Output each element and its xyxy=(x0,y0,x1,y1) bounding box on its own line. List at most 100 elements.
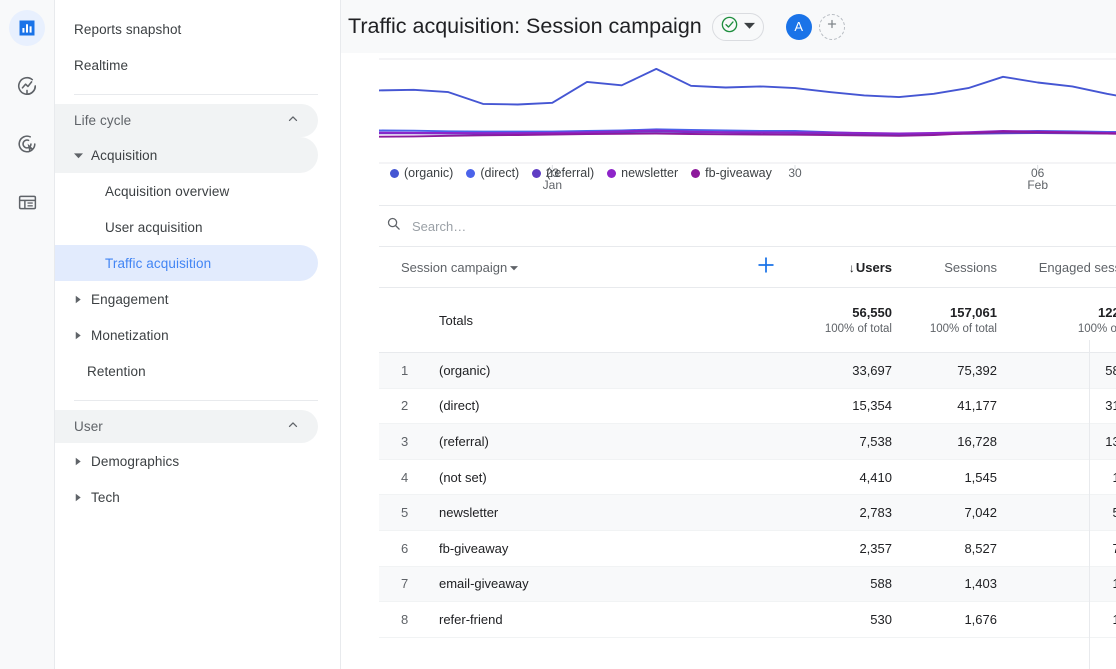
svg-text:Jan: Jan xyxy=(543,178,562,192)
add-comparison-button[interactable] xyxy=(819,14,845,40)
rail-item-configure[interactable] xyxy=(9,184,45,220)
sidebar-group-demographics[interactable]: Demographics xyxy=(55,443,318,479)
row-dimension-value[interactable]: (direct) xyxy=(439,398,797,413)
dimension-header-label: Session campaign xyxy=(401,260,507,275)
sidebar-group-label: Monetization xyxy=(91,328,169,343)
check-circle-icon xyxy=(720,15,739,39)
sidebar-group-monetization[interactable]: Monetization xyxy=(55,317,318,353)
sidebar-group-acquisition[interactable]: Acquisition xyxy=(55,137,318,173)
totals-cell-sessions: 157,061 100% of total xyxy=(912,305,1017,335)
row-sessions: 75,392 xyxy=(912,363,1017,378)
reports-icon xyxy=(17,18,37,38)
sidebar-item-label: Reports snapshot xyxy=(74,22,181,37)
legend-color-dot xyxy=(691,169,700,178)
caret-down-icon xyxy=(69,151,87,160)
table-search-row xyxy=(379,205,1116,247)
sidebar-item-user-acquisition[interactable]: User acquisition xyxy=(55,209,318,245)
sidebar-group-engagement[interactable]: Engagement xyxy=(55,281,318,317)
explore-icon xyxy=(16,75,38,97)
row-users: 7,538 xyxy=(797,434,912,449)
row-users: 15,354 xyxy=(797,398,912,413)
totals-percent: 100% of total xyxy=(1078,323,1116,335)
search-input[interactable] xyxy=(412,219,712,234)
row-dimension-value[interactable]: refer-friend xyxy=(439,612,797,627)
row-engaged: 7,158 xyxy=(1017,541,1116,556)
row-engaged: 5,373 xyxy=(1017,505,1116,520)
sort-desc-icon: ↓ xyxy=(849,261,855,275)
column-header-engaged-sessions[interactable]: Engaged sessions xyxy=(1017,260,1116,275)
caret-down-icon xyxy=(510,260,518,275)
legend-item[interactable]: newsletter xyxy=(602,166,683,180)
legend-color-dot xyxy=(390,169,399,178)
table-row[interactable]: 5newsletter2,7837,0425,373 xyxy=(379,495,1116,531)
rail-item-advertising[interactable] xyxy=(9,126,45,162)
column-header-sessions[interactable]: Sessions xyxy=(912,260,1017,275)
row-sessions: 1,403 xyxy=(912,576,1017,591)
sidebar-item-retention[interactable]: Retention xyxy=(55,353,318,389)
comparison-chip[interactable] xyxy=(712,13,764,41)
sidebar-nav: Reports snapshot Realtime Life cycle Acq… xyxy=(55,0,341,669)
sidebar-divider xyxy=(74,94,318,95)
sidebar-group-label: Tech xyxy=(91,490,120,505)
legend-item[interactable]: (referral) xyxy=(527,166,599,180)
trend-chart: 23Jan3006Feb13 (organic)(direct)(referra… xyxy=(379,53,1116,205)
sidebar-item-label: Traffic acquisition xyxy=(105,256,211,271)
table-row[interactable]: 1(organic)33,69775,39258,215 xyxy=(379,353,1116,389)
caret-right-icon xyxy=(69,295,87,304)
sidebar-group-label: Engagement xyxy=(91,292,169,307)
legend-item[interactable]: fb-giveaway xyxy=(686,166,777,180)
table-row[interactable]: 2(direct)15,35441,17731,963 xyxy=(379,389,1116,425)
row-sessions: 8,527 xyxy=(912,541,1017,556)
totals-row: Totals 56,550 100% of total 157,061 100%… xyxy=(379,288,1116,353)
dimension-selector[interactable]: Session campaign xyxy=(379,260,735,275)
table-body: 1(organic)33,69775,39258,2152(direct)15,… xyxy=(379,353,1116,638)
app-rail xyxy=(0,0,55,669)
row-engaged: 31,963 xyxy=(1017,398,1116,413)
sidebar-group-tech[interactable]: Tech xyxy=(55,479,318,515)
avatar[interactable]: A xyxy=(786,14,812,40)
table-row[interactable]: 7email-giveaway5881,4031,168 xyxy=(379,567,1116,603)
row-dimension-value[interactable]: fb-giveaway xyxy=(439,541,797,556)
legend-item[interactable]: (organic) xyxy=(385,166,458,180)
row-dimension-value[interactable]: (organic) xyxy=(439,363,797,378)
plus-icon xyxy=(825,17,839,36)
chevron-up-icon xyxy=(286,418,300,435)
chart-line-organic xyxy=(379,69,1116,105)
column-header-label: Engaged sessions xyxy=(1039,260,1116,275)
rail-item-explore[interactable] xyxy=(9,68,45,104)
row-engaged: 1,168 xyxy=(1017,576,1116,591)
legend-item[interactable]: (direct) xyxy=(461,166,524,180)
row-index: 8 xyxy=(379,612,439,627)
rail-item-reports[interactable] xyxy=(9,10,45,46)
row-dimension-value[interactable]: (not set) xyxy=(439,470,797,485)
row-dimension-value[interactable]: (referral) xyxy=(439,434,797,449)
trend-chart-svg xyxy=(379,53,1116,165)
sidebar-section-user[interactable]: User xyxy=(55,410,318,443)
table-row[interactable]: 6fb-giveaway2,3578,5277,158 xyxy=(379,531,1116,567)
column-header-users[interactable]: ↓Users xyxy=(797,260,912,275)
table-row[interactable]: 4(not set)4,4101,5451,257 xyxy=(379,460,1116,496)
table-header-row: Session campaign ↓Users xyxy=(379,247,1116,288)
sidebar-item-realtime[interactable]: Realtime xyxy=(55,47,318,83)
row-dimension-value[interactable]: email-giveaway xyxy=(439,576,797,591)
row-users: 2,357 xyxy=(797,541,912,556)
add-dimension-button[interactable] xyxy=(735,254,797,281)
table-row[interactable]: 8refer-friend5301,6761,240 xyxy=(379,602,1116,638)
row-index: 3 xyxy=(379,434,439,449)
configure-icon xyxy=(17,192,38,213)
row-dimension-value[interactable]: newsletter xyxy=(439,505,797,520)
row-users: 33,697 xyxy=(797,363,912,378)
sidebar-item-reports-snapshot[interactable]: Reports snapshot xyxy=(55,11,318,47)
row-sessions: 16,728 xyxy=(912,434,1017,449)
totals-value: 122,689 xyxy=(1098,305,1116,320)
row-engaged: 13,557 xyxy=(1017,434,1116,449)
sidebar-group-label: Acquisition xyxy=(91,148,157,163)
sidebar-item-traffic-acquisition[interactable]: Traffic acquisition xyxy=(55,245,318,281)
sidebar-item-label: Realtime xyxy=(74,58,128,73)
page-header: Traffic acquisition: Session campaign A xyxy=(341,0,1116,53)
sidebar-section-life-cycle[interactable]: Life cycle xyxy=(55,104,318,137)
table-row[interactable]: 3(referral)7,53816,72813,557 xyxy=(379,424,1116,460)
chart-legend: (organic)(direct)(referral)newsletterfb-… xyxy=(385,166,777,180)
totals-label: Totals xyxy=(379,313,797,328)
sidebar-item-acquisition-overview[interactable]: Acquisition overview xyxy=(55,173,318,209)
